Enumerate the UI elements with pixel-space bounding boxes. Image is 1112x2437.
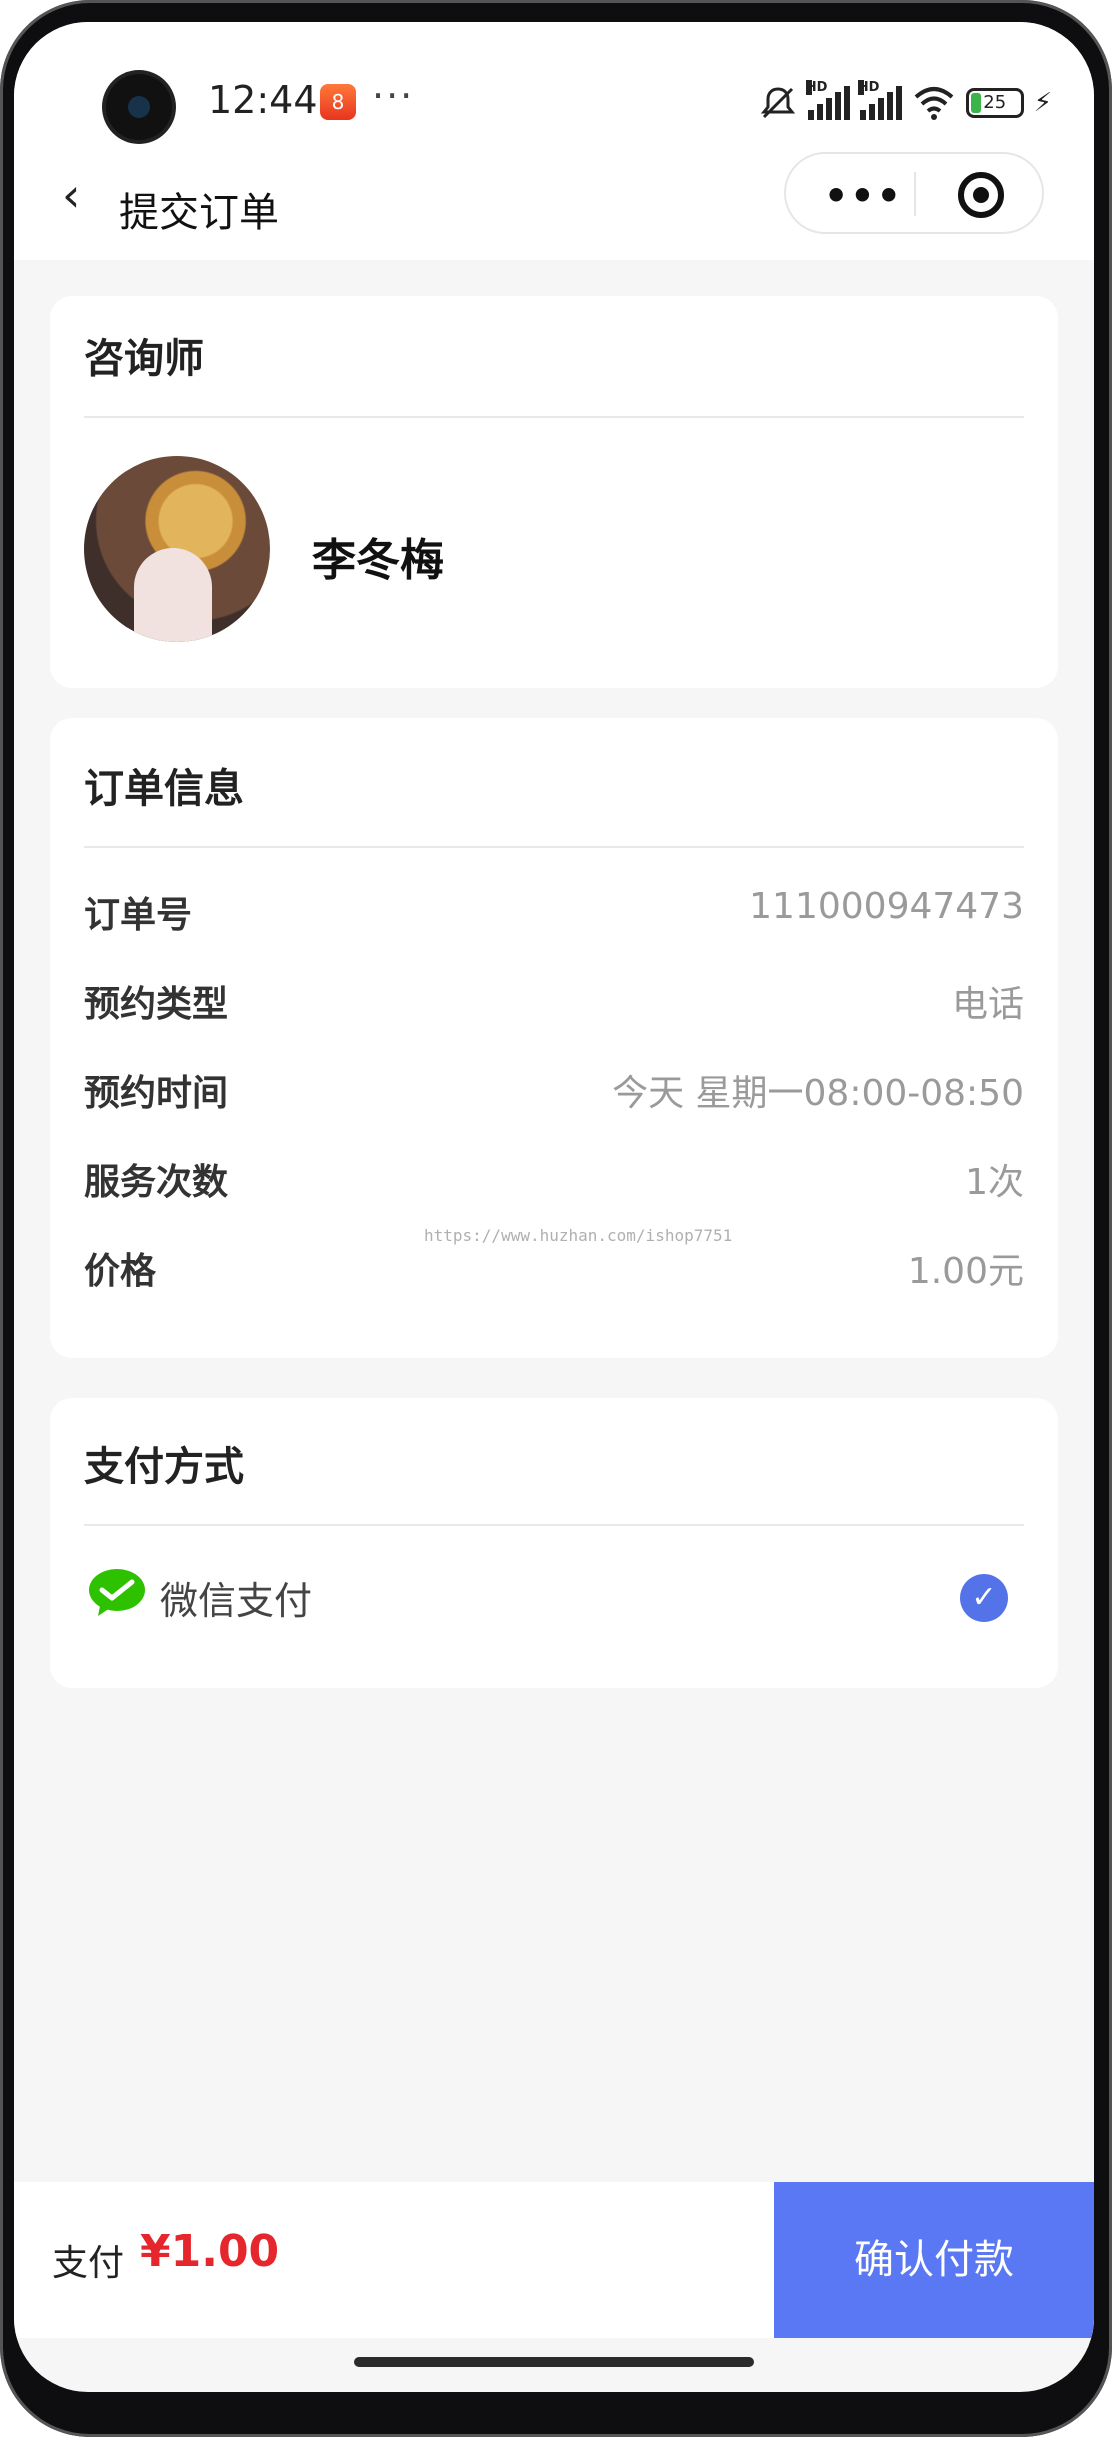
appointment-type-label: 预约类型 [84,984,229,1025]
consultant-card: 咨询师 李冬梅 [50,296,1058,688]
pay-amount: ¥1.00 [140,2226,280,2277]
payment-card-title: 支付方式 [84,1444,244,1490]
watermark-text: https://www.huzhan.com/ishop7751 [424,1226,733,1245]
card-divider [84,416,1024,418]
order-card-title: 订单信息 [84,766,244,812]
order-number-row: 订单号 111000947473 [84,878,1024,938]
appointment-time-value: 今天 星期一08:00-08:50 [612,1073,1024,1114]
mini-program-capsule: ••• [784,152,1044,234]
app-notification-icon: 8 [320,84,356,120]
capsule-divider [914,172,916,216]
selected-check-icon[interactable]: ✓ [960,1574,1008,1622]
app-screen: 12:44 8 ··· HD HD 25 ⚡ ‹ 提交订单 ••• 咨询师 李冬… [14,22,1094,2392]
card-divider [84,846,1024,848]
bottom-pay-bar: 支付 ¥1.00 确认付款 [14,2182,1094,2338]
consultant-avatar[interactable] [84,456,270,642]
more-options-icon[interactable]: ••• [824,174,903,218]
service-count-value: 1次 [965,1162,1024,1203]
appointment-type-value: 电话 [951,984,1024,1025]
mute-icon [758,83,798,123]
price-label: 价格 [84,1251,157,1292]
battery-icon: 25 [965,88,1024,118]
order-number-value: 111000947473 [749,886,1024,927]
appointment-time-row: 预约时间 今天 星期一08:00-08:50 [84,1056,1024,1116]
charging-icon: ⚡ [1033,88,1052,118]
signal-icon-2: HD [857,80,902,120]
appointment-type-row: 预约类型 电话 [84,967,1024,1027]
close-program-icon[interactable] [958,172,1004,218]
order-info-card: 订单信息 订单号 111000947473 预约类型 电话 预约时间 今天 星期… [50,718,1058,1358]
appointment-time-label: 预约时间 [84,1073,229,1114]
consultant-name: 李冬梅 [312,535,444,586]
status-more-icon: ··· [372,74,415,118]
card-divider [84,1524,1024,1526]
order-number-label: 订单号 [84,895,193,936]
phone-frame: 12:44 8 ··· HD HD 25 ⚡ ‹ 提交订单 ••• 咨询师 李冬… [0,0,1112,2437]
page-title: 提交订单 [119,190,279,236]
back-icon[interactable]: ‹ [62,172,80,218]
wifi-icon [912,85,956,121]
top-bar: 12:44 8 ··· HD HD 25 ⚡ ‹ 提交订单 ••• [14,22,1094,260]
signal-icon-1: HD [805,80,850,120]
wechat-pay-label[interactable]: 微信支付 [160,1570,312,1625]
payment-method-card: 支付方式 微信支付 ✓ [50,1398,1058,1688]
service-count-row: 服务次数 1次 [84,1145,1024,1205]
confirm-payment-button[interactable]: 确认付款 [774,2182,1094,2338]
status-time: 12:44 [208,78,318,122]
front-camera [106,74,172,140]
price-value: 1.00元 [907,1251,1024,1292]
wechat-pay-icon [88,1568,146,1618]
status-icons: HD HD 25 ⚡ [758,80,1052,126]
service-count-label: 服务次数 [84,1162,229,1203]
consultant-card-title: 咨询师 [84,336,204,382]
home-indicator[interactable] [354,2357,754,2367]
pay-label: 支付 [52,2243,125,2284]
